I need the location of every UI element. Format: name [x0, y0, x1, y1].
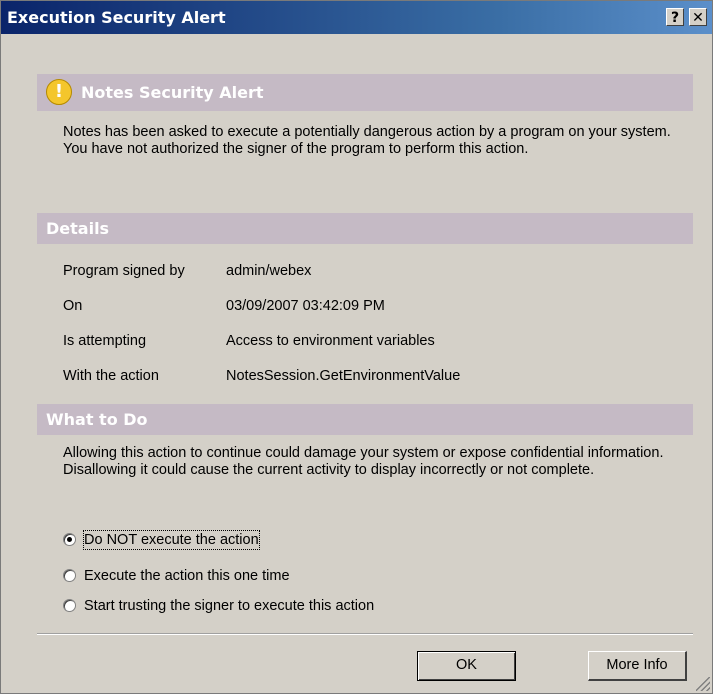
more-info-button[interactable]: More Info: [588, 651, 687, 681]
close-button[interactable]: ✕: [689, 8, 707, 26]
detail-value: admin/webex: [226, 263, 312, 279]
help-button[interactable]: ?: [666, 8, 684, 26]
resize-grip-icon[interactable]: [696, 677, 710, 691]
option-label[interactable]: Start trusting the signer to execute thi…: [84, 597, 374, 615]
button-separator: [37, 633, 693, 635]
radio-unchecked-icon[interactable]: [63, 599, 76, 612]
what-to-do-message: Allowing this action to continue could d…: [63, 445, 664, 478]
option-label[interactable]: Do NOT execute the action: [83, 530, 260, 550]
detail-value: NotesSession.GetEnvironmentValue: [226, 368, 461, 384]
what-to-do-header: What to Do: [37, 404, 693, 435]
window-title: Execution Security Alert: [7, 8, 226, 27]
alert-header-title: Notes Security Alert: [81, 83, 264, 102]
radio-unchecked-icon[interactable]: [63, 569, 76, 582]
details-header-title: Details: [46, 219, 110, 238]
alert-header: ! Notes Security Alert: [37, 74, 693, 111]
title-bar[interactable]: Execution Security Alert ? ✕: [1, 1, 712, 34]
detail-label: On: [63, 298, 83, 314]
help-icon: ?: [670, 10, 680, 26]
detail-label: Program signed by: [63, 263, 185, 279]
warning-icon: !: [46, 79, 72, 105]
option-label[interactable]: Execute the action this one time: [84, 567, 290, 585]
security-alert-dialog: Execution Security Alert ? ✕ ! Notes Sec…: [0, 0, 713, 694]
detail-label: With the action: [63, 368, 159, 384]
close-icon: ✕: [692, 10, 704, 26]
what-to-do-header-title: What to Do: [46, 410, 148, 429]
ok-button[interactable]: OK: [417, 651, 516, 681]
detail-label: Is attempting: [63, 333, 147, 349]
detail-value: Access to environment variables: [226, 333, 435, 349]
alert-message: Notes has been asked to execute a potent…: [63, 124, 671, 157]
detail-value: 03/09/2007 03:42:09 PM: [226, 298, 385, 314]
details-header: Details: [37, 213, 693, 244]
radio-checked-icon[interactable]: [63, 533, 76, 546]
